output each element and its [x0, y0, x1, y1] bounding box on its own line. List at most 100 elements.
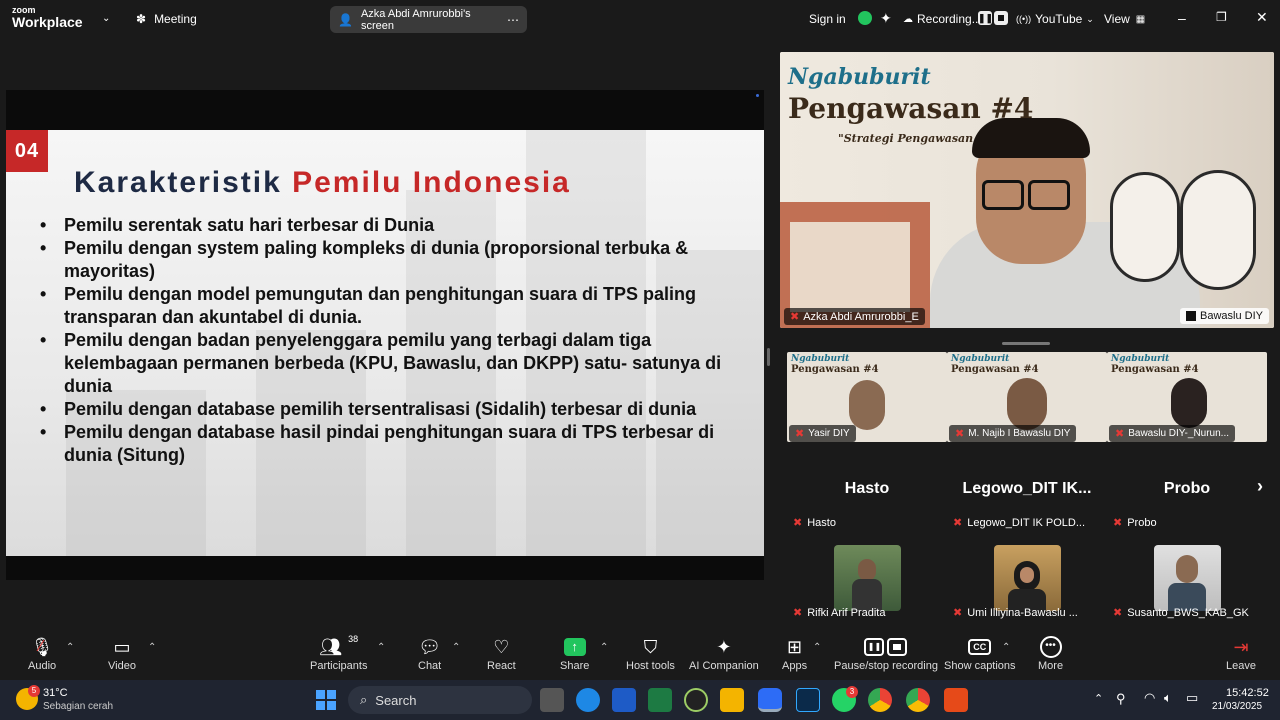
shield-check-icon[interactable] [858, 11, 872, 25]
participant-name-tag: ✖ Rifki Arif Pradita [793, 606, 886, 620]
active-speaker-video[interactable]: Ngabuburit Pengawasan #4 "Strategi Penga… [780, 52, 1274, 328]
battery-icon[interactable]: ▭ [1186, 690, 1198, 706]
windows-start-icon[interactable] [316, 690, 336, 710]
word-icon[interactable] [612, 688, 636, 712]
more-button[interactable]: ••• More [1038, 634, 1063, 672]
view-menu[interactable]: View ▦ [1104, 12, 1145, 26]
zoom-app-icon[interactable] [758, 688, 782, 712]
leave-door-icon: ⇥ [1233, 636, 1249, 657]
share-arrow-icon: ↑ [563, 634, 586, 660]
react-button[interactable]: ♡ React [487, 634, 516, 673]
minimize-icon[interactable]: – [1178, 10, 1186, 26]
host-tools-button[interactable]: ⛉ Host tools [626, 634, 675, 673]
chevron-up-icon[interactable]: ⌃ [452, 642, 460, 653]
slide-bullet: Pemilu dengan database hasil pindai peng… [36, 421, 736, 467]
sparkle-icon[interactable]: ✦ [880, 10, 892, 27]
glasses-icon [1028, 180, 1070, 210]
file-explorer-icon[interactable] [720, 688, 744, 712]
participant-name-display[interactable]: Hasto [787, 480, 947, 498]
taskbar-search[interactable]: ⌕ Search [348, 686, 532, 714]
chevron-up-icon[interactable]: ⌃ [1002, 642, 1010, 653]
clock-time[interactable]: 15:42:52 [1226, 687, 1269, 699]
heart-icon: ♡ [493, 636, 510, 657]
chevron-up-icon[interactable]: ⌃ [66, 642, 74, 653]
sparkle-icon: ✦ [716, 636, 732, 657]
chevron-up-icon[interactable]: ⌃ [148, 642, 156, 653]
glasses-icon [982, 180, 1024, 210]
more-options-icon[interactable]: ⋯ [507, 13, 519, 27]
participants-button[interactable]: 👥︎ 38 Participants [310, 634, 367, 672]
whatsapp-badge: 3 [846, 686, 858, 698]
chevron-up-icon[interactable]: ⌃ [600, 642, 608, 653]
splitter-handle[interactable] [767, 348, 770, 366]
participant-name-display[interactable]: Legowo_DIT IK... [947, 480, 1107, 498]
chat-button[interactable]: 💬︎ Chat [418, 634, 442, 673]
youtube-stream[interactable]: ((•)) YouTube ⌄ [1016, 12, 1094, 26]
participant-avatar[interactable] [834, 545, 901, 611]
acrobat-icon[interactable] [944, 688, 968, 712]
restore-icon[interactable]: ❐ [1216, 10, 1227, 24]
app-icon[interactable] [684, 688, 708, 712]
chevron-up-icon[interactable]: ⌃ [1094, 692, 1103, 705]
pause-stop-recording-button[interactable]: ❚❚ Pause/stop recording [834, 634, 938, 672]
apps-grid-icon: ⊞ [786, 636, 803, 657]
speaker-hair [972, 118, 1090, 158]
sign-in-link[interactable]: Sign in [809, 12, 846, 26]
screen-share-pill[interactable]: 👤 Azka Abdi Amrurobbi's screen ⋯ [330, 6, 527, 33]
show-captions-button[interactable]: CC Show captions [944, 634, 1016, 672]
volume-icon[interactable]: 🔈︎ [1164, 690, 1172, 706]
pause-icon[interactable]: ❚❚ [978, 11, 993, 25]
mic-muted-icon: ✖ [790, 311, 800, 323]
participant-video-tile[interactable]: Ngabuburit Pengawasan #4 ✖ M. Najib I Ba… [947, 352, 1107, 442]
chat-bubble-icon: 💬︎ [418, 636, 442, 657]
close-icon[interactable]: ✕ [1256, 9, 1268, 26]
participant-avatar[interactable] [1154, 545, 1221, 611]
excel-icon[interactable] [648, 688, 672, 712]
network-icon[interactable]: ⚲ [1116, 691, 1126, 707]
chevron-up-icon[interactable]: ⌃ [813, 642, 821, 653]
weather-temp[interactable]: 31°C [43, 687, 68, 699]
ai-companion-button[interactable]: ✦ AI Companion [689, 634, 759, 673]
video-button[interactable]: ▭ Video [108, 634, 136, 673]
share-button[interactable]: ↑ Share [560, 634, 589, 672]
participant-video-tile[interactable]: Ngabuburit Pengawasan #4 ✖ Yasir DIY [787, 352, 947, 442]
participant-avatar[interactable] [994, 545, 1061, 611]
photoshop-icon[interactable] [796, 688, 820, 712]
participant-name-display[interactable]: Probo [1107, 480, 1267, 498]
speaker-name-tag: ✖ Azka Abdi Amrurobbi_E [784, 308, 925, 325]
search-icon: ⌕ [360, 692, 368, 707]
mascot-illustration [1180, 170, 1256, 290]
chevron-up-icon[interactable]: ⌃ [377, 642, 385, 653]
participant-name-tag: ✖ Probo [1113, 516, 1157, 530]
chevron-right-icon[interactable]: › [1257, 476, 1263, 497]
chrome-profile-icon[interactable] [906, 688, 930, 712]
chevron-down-icon[interactable]: ⌄ [102, 13, 110, 24]
clock-date[interactable]: 21/03/2025 [1212, 701, 1262, 712]
windows-taskbar [0, 680, 1280, 720]
weather-badge: 5 [28, 685, 40, 697]
task-view-icon[interactable] [540, 688, 564, 712]
mic-muted-icon: ✖ [1113, 607, 1123, 619]
more-dots-icon: ••• [1039, 634, 1062, 660]
audio-button[interactable]: 🎙︎ ⁄ Audio [28, 634, 56, 673]
recording-indicator[interactable]: ☁ Recording... [903, 12, 982, 26]
wifi-icon[interactable]: ◠ [1144, 690, 1155, 706]
participant-name-tag: ✖ M. Najib I Bawaslu DIY [949, 425, 1077, 442]
presentation-slide: 04 Karakteristik Pemilu Indonesia Pemilu… [6, 130, 764, 556]
slide-bullet: Pemilu dengan system paling kompleks di … [36, 237, 736, 283]
participant-video-tile[interactable]: Ngabuburit Pengawasan #4 ✖ Bawaslu DIY-_… [1107, 352, 1267, 442]
mic-muted-icon: ✖ [795, 428, 805, 440]
resize-handle[interactable] [1002, 342, 1050, 345]
shield-icon: ⛉ [643, 636, 658, 657]
weather-desc[interactable]: Sebagian cerah [43, 701, 113, 712]
leave-button[interactable]: ⇥ Leave [1226, 634, 1256, 673]
mic-muted-icon: ✖ [793, 607, 803, 619]
edge-icon[interactable] [576, 688, 600, 712]
logo-icon [1186, 311, 1196, 321]
chrome-icon[interactable] [868, 688, 892, 712]
meeting-menu[interactable]: ✽ Meeting [136, 12, 197, 26]
stop-icon[interactable] [994, 11, 1008, 25]
slide-bullet: Pemilu dengan model pemungutan dan pengh… [36, 283, 736, 329]
apps-button[interactable]: ⊞ Apps [782, 634, 807, 673]
org-tag: Bawaslu DIY [1180, 308, 1269, 324]
